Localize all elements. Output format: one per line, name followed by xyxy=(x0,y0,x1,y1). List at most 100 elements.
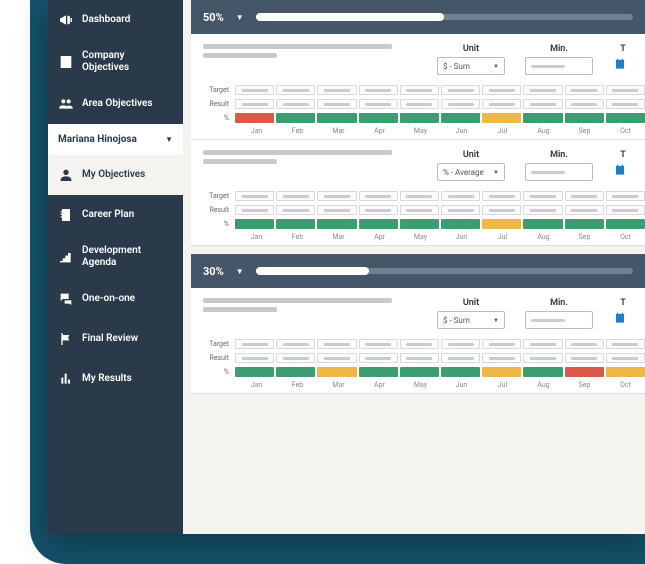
chevron-down-icon: ▼ xyxy=(493,63,499,70)
objective-title xyxy=(203,44,413,62)
month-label: Apr xyxy=(360,127,399,135)
sidebar-item-label: Final Review xyxy=(82,333,138,345)
chevron-down-icon: ▼ xyxy=(493,317,499,324)
target-col-label: T xyxy=(613,44,633,54)
sidebar-item-label: My Objectives xyxy=(82,169,145,181)
main-content: 50% ▼ Unit $ - Sum ▼ xyxy=(183,0,645,534)
weight-value: 30% xyxy=(203,265,224,278)
month-label: Jan xyxy=(237,233,276,241)
month-label: Apr xyxy=(360,233,399,241)
sidebar-item-label: Dashboard xyxy=(82,14,130,26)
month-label: May xyxy=(401,381,440,389)
user-selector[interactable]: Mariana Hinojosa ▼ xyxy=(48,124,183,155)
calendar-icon[interactable] xyxy=(613,57,627,71)
stairs-icon xyxy=(58,249,74,265)
sidebar-item-area-objectives[interactable]: Area Objectives xyxy=(48,84,183,124)
month-label: Jun xyxy=(442,127,481,135)
month-label: Aug xyxy=(524,127,563,135)
month-label: Feb xyxy=(278,381,317,389)
target-col-label: T xyxy=(613,150,633,160)
sidebar-item-development-agenda[interactable]: Development Agenda xyxy=(48,235,183,279)
row-label-target: Target xyxy=(203,192,233,200)
sidebar-item-label: Company Objectives xyxy=(82,50,173,74)
month-label: Oct xyxy=(606,233,645,241)
chevron-down-icon: ▼ xyxy=(236,267,244,276)
building-icon xyxy=(58,54,74,70)
month-label: Mar xyxy=(319,233,358,241)
sidebar-item-my-objectives[interactable]: My Objectives xyxy=(48,155,183,195)
app-window: Dashboard Company Objectives Area Object… xyxy=(48,0,645,534)
min-label: Min. xyxy=(525,150,593,160)
month-label: Feb xyxy=(278,233,317,241)
chat-icon xyxy=(58,291,74,307)
calendar-icon[interactable] xyxy=(613,163,627,177)
month-label: Jan xyxy=(237,127,276,135)
flag-icon xyxy=(58,331,74,347)
weight-track xyxy=(256,268,633,274)
unit-select[interactable]: $ - Sum ▼ xyxy=(437,57,505,75)
objective-card: Unit $ - Sum ▼ Min. T xyxy=(191,34,645,140)
month-label: Apr xyxy=(360,381,399,389)
chevron-down-icon: ▼ xyxy=(493,169,499,176)
row-label-result: Result xyxy=(203,206,233,214)
unit-select-value: $ - Sum xyxy=(443,316,470,325)
min-input[interactable] xyxy=(525,57,593,75)
sidebar-item-dashboard[interactable]: Dashboard xyxy=(48,0,183,40)
row-label-percent: % xyxy=(203,220,233,228)
chevron-down-icon: ▼ xyxy=(236,13,244,22)
calendar-icon[interactable] xyxy=(613,311,627,325)
section-weight-bar[interactable]: 50% ▼ xyxy=(191,0,645,34)
row-label-target: Target xyxy=(203,86,233,94)
unit-select[interactable]: % - Average ▼ xyxy=(437,163,505,181)
sidebar-item-label: One-on-one xyxy=(82,293,135,305)
megaphone-icon xyxy=(58,12,74,28)
min-input[interactable] xyxy=(525,311,593,329)
unit-label: Unit xyxy=(437,150,505,160)
sidebar-item-label: Development Agenda xyxy=(82,245,173,269)
month-label: Jun xyxy=(442,233,481,241)
row-label-target: Target xyxy=(203,340,233,348)
objective-card: Unit $ - Sum ▼ Min. T xyxy=(191,288,645,394)
month-label: Aug xyxy=(524,233,563,241)
row-label-percent: % xyxy=(203,114,233,122)
person-icon xyxy=(58,167,74,183)
sidebar-item-my-results[interactable]: My Results xyxy=(48,359,183,399)
sidebar-item-career-plan[interactable]: Career Plan xyxy=(48,195,183,235)
month-label: Sep xyxy=(565,381,604,389)
sidebar-item-label: My Results xyxy=(82,373,132,385)
row-label-percent: % xyxy=(203,368,233,376)
unit-select-value: $ - Sum xyxy=(443,62,470,71)
sidebar-item-label: Career Plan xyxy=(82,209,134,221)
min-input[interactable] xyxy=(525,163,593,181)
group-icon xyxy=(58,96,74,112)
month-label: Sep xyxy=(565,127,604,135)
month-label: Mar xyxy=(319,127,358,135)
objective-section: 30% ▼ Unit $ - Sum ▼ xyxy=(191,254,645,394)
month-label: May xyxy=(401,127,440,135)
user-name: Mariana Hinojosa xyxy=(58,134,137,145)
month-label: Jul xyxy=(483,381,522,389)
target-col-label: T xyxy=(613,298,633,308)
sidebar: Dashboard Company Objectives Area Object… xyxy=(48,0,183,534)
month-label: May xyxy=(401,233,440,241)
chevron-down-icon: ▼ xyxy=(165,135,173,144)
row-label-result: Result xyxy=(203,354,233,362)
sidebar-item-company-objectives[interactable]: Company Objectives xyxy=(48,40,183,84)
section-weight-bar[interactable]: 30% ▼ xyxy=(191,254,645,288)
month-label: Aug xyxy=(524,381,563,389)
min-label: Min. xyxy=(525,298,593,308)
unit-label: Unit xyxy=(437,44,505,54)
objective-section: 50% ▼ Unit $ - Sum ▼ xyxy=(191,0,645,246)
weight-value: 50% xyxy=(203,11,224,24)
notebook-icon xyxy=(58,207,74,223)
month-label: Jul xyxy=(483,233,522,241)
month-label: Feb xyxy=(278,127,317,135)
sidebar-item-label: Area Objectives xyxy=(82,98,153,110)
sidebar-item-final-review[interactable]: Final Review xyxy=(48,319,183,359)
month-label: Mar xyxy=(319,381,358,389)
month-label: Jan xyxy=(237,381,276,389)
unit-label: Unit xyxy=(437,298,505,308)
unit-select[interactable]: $ - Sum ▼ xyxy=(437,311,505,329)
sidebar-item-one-on-one[interactable]: One-on-one xyxy=(48,279,183,319)
objective-title xyxy=(203,150,413,168)
